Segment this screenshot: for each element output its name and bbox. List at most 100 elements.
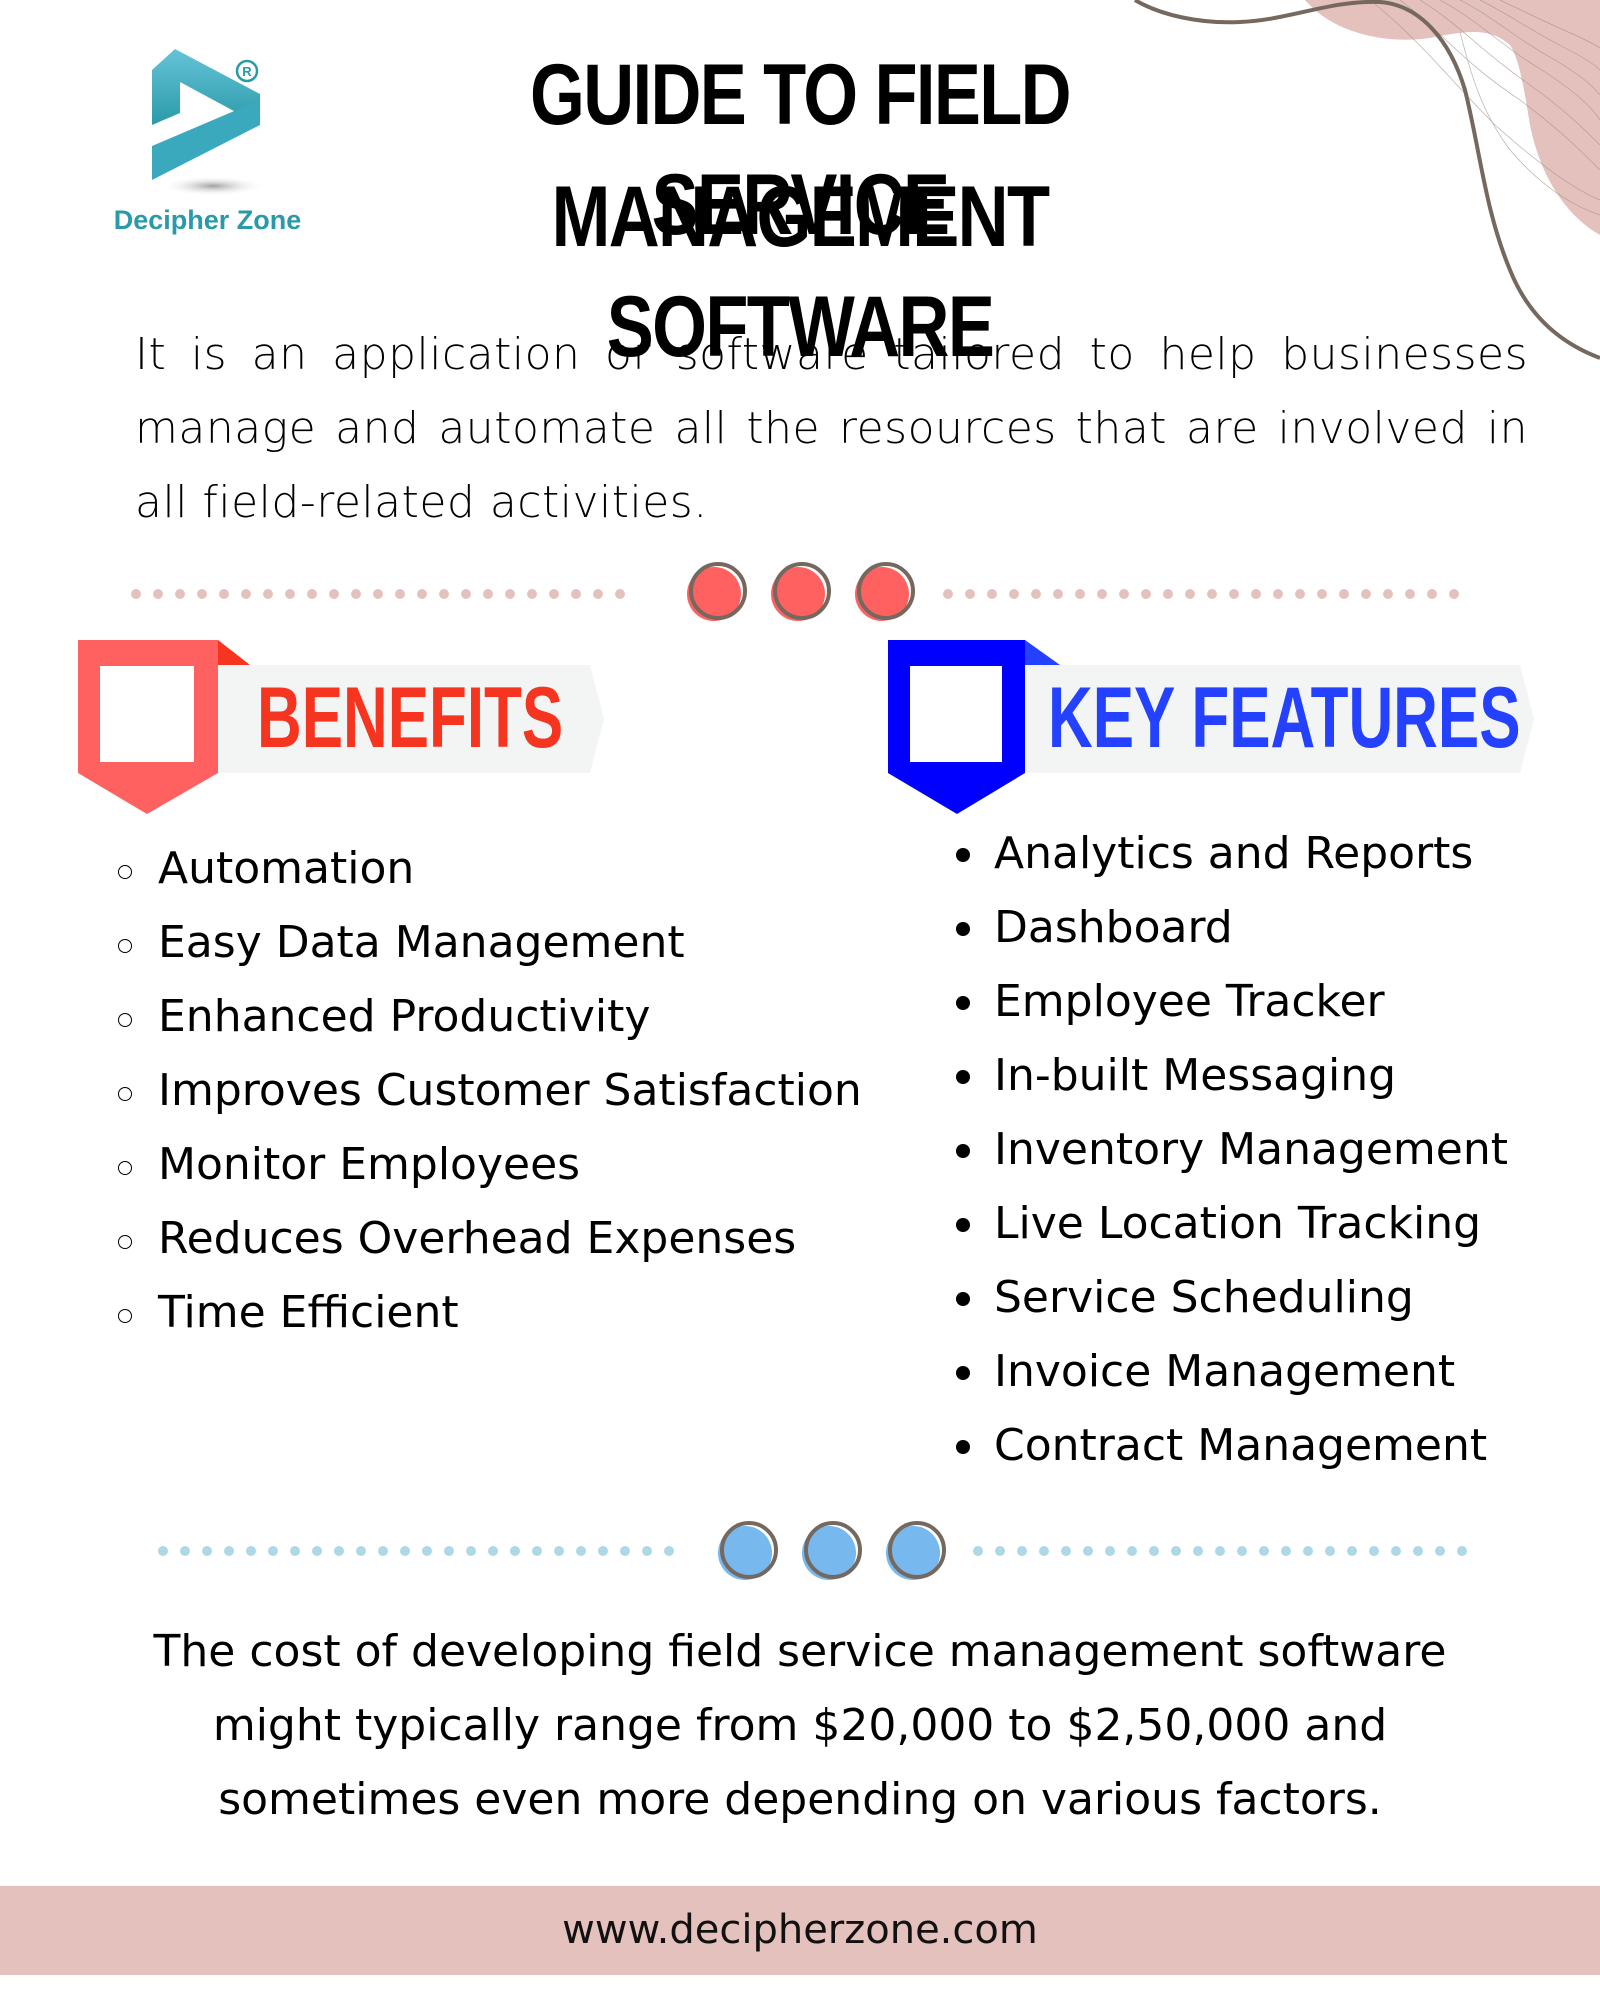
footer-band: www.decipherzone.com (0, 1886, 1600, 1975)
cost-line-3: sometimes even more depending on various… (218, 1774, 1382, 1825)
feature-item: Invoice Management (950, 1335, 1508, 1409)
benefit-item: Easy Data Management (110, 906, 862, 980)
divider-dot (180, 1546, 190, 1556)
divider-dot (620, 1546, 630, 1556)
divider-dot (1369, 1546, 1379, 1556)
divider-ring-icon (857, 562, 915, 620)
bottom-divider-dots-right (973, 1546, 1467, 1556)
divider-dot (1317, 589, 1327, 599)
hollow-bullet-icon (118, 1013, 132, 1027)
hollow-bullet-icon (118, 865, 132, 879)
benefit-item: Monitor Employees (110, 1128, 862, 1202)
divider-dot (1185, 589, 1195, 599)
top-divider-dots-right (943, 589, 1459, 599)
feature-item: In-built Messaging (950, 1039, 1508, 1113)
feature-item: Analytics and Reports (950, 817, 1508, 891)
divider-dot (571, 589, 581, 599)
cost-paragraph: The cost of developing field service man… (110, 1615, 1490, 1837)
intro-paragraph: It is an application or software tailore… (135, 329, 1528, 528)
divider-dot (1427, 589, 1437, 599)
divider-dot (943, 589, 953, 599)
features-list: Analytics and Reports Dashboard Employee… (950, 817, 1508, 1483)
divider-dot (1273, 589, 1283, 599)
divider-dot (1281, 1546, 1291, 1556)
divider-dot (505, 589, 515, 599)
top-divider-circles (687, 562, 915, 621)
benefit-item: Time Efficient (110, 1276, 862, 1350)
benefit-item: Reduces Overhead Expenses (110, 1202, 862, 1276)
divider-dot (1251, 589, 1261, 599)
divider-dot (1083, 1546, 1093, 1556)
divider-ring-icon (804, 1521, 862, 1579)
benefits-checkbox-icon (100, 666, 194, 762)
divider-dot (1017, 1546, 1027, 1556)
divider-circle-icon (771, 567, 825, 621)
divider-dot (444, 1546, 454, 1556)
filled-bullet-icon (956, 922, 970, 936)
divider-dot (158, 1546, 168, 1556)
divider-dot (246, 1546, 256, 1556)
divider-dot (1325, 1546, 1335, 1556)
divider-ring-icon (689, 562, 747, 620)
divider-dot (1391, 1546, 1401, 1556)
divider-dot (1361, 589, 1371, 599)
divider-dot (1039, 1546, 1049, 1556)
divider-dot (642, 1546, 652, 1556)
divider-dot (1413, 1546, 1423, 1556)
divider-dot (1097, 589, 1107, 599)
fine-lines-decoration (1369, 0, 1600, 216)
divider-dot (1061, 1546, 1071, 1556)
divider-dot (1171, 1546, 1181, 1556)
divider-dot (1347, 1546, 1357, 1556)
divider-dot (615, 589, 625, 599)
divider-dot (268, 1546, 278, 1556)
divider-dot (1105, 1546, 1115, 1556)
divider-dot (1141, 589, 1151, 599)
divider-circle-icon (855, 567, 909, 621)
filled-bullet-icon (956, 848, 970, 862)
divider-ring-icon (720, 1521, 778, 1579)
filled-bullet-icon (956, 1144, 970, 1158)
divider-dot (1163, 589, 1173, 599)
divider-ring-icon (773, 562, 831, 620)
divider-dot (356, 1546, 366, 1556)
divider-dot (400, 1546, 410, 1556)
divider-dot (241, 589, 251, 599)
divider-dot (1127, 1546, 1137, 1556)
divider-dot (987, 589, 997, 599)
divider-dot (1053, 589, 1063, 599)
divider-dot (131, 589, 141, 599)
divider-circle-icon (687, 567, 741, 621)
decipher-zone-logo-icon: R (152, 49, 265, 196)
hollow-bullet-icon (118, 1235, 132, 1249)
divider-dot (554, 1546, 564, 1556)
divider-dot (263, 589, 273, 599)
divider-dot (1259, 1546, 1269, 1556)
divider-dot (1119, 589, 1129, 599)
website-link[interactable]: www.decipherzone.com (0, 1886, 1600, 1975)
features-heading: KEY FEATURES (1048, 670, 1521, 766)
filled-bullet-icon (956, 996, 970, 1010)
divider-dot (312, 1546, 322, 1556)
divider-dot (488, 1546, 498, 1556)
divider-dot (965, 589, 975, 599)
pink-blob-decoration (1305, 0, 1600, 235)
divider-dot (1303, 1546, 1313, 1556)
divider-circle-icon (718, 1526, 772, 1580)
divider-dot (466, 1546, 476, 1556)
divider-dot (1075, 589, 1085, 599)
divider-dot (1449, 589, 1459, 599)
divider-dot (285, 589, 295, 599)
divider-dot (576, 1546, 586, 1556)
divider-dot (439, 589, 449, 599)
features-checkbox-icon (910, 666, 1002, 762)
benefit-item: Improves Customer Satisfaction (110, 1054, 862, 1128)
divider-dot (1031, 589, 1041, 599)
brown-curve-decoration (1133, 0, 1600, 360)
divider-dot (1215, 1546, 1225, 1556)
divider-dot (1149, 1546, 1159, 1556)
divider-dot (598, 1546, 608, 1556)
bottom-divider-circles (718, 1521, 946, 1580)
divider-dot (973, 1546, 983, 1556)
divider-dot (1339, 589, 1349, 599)
